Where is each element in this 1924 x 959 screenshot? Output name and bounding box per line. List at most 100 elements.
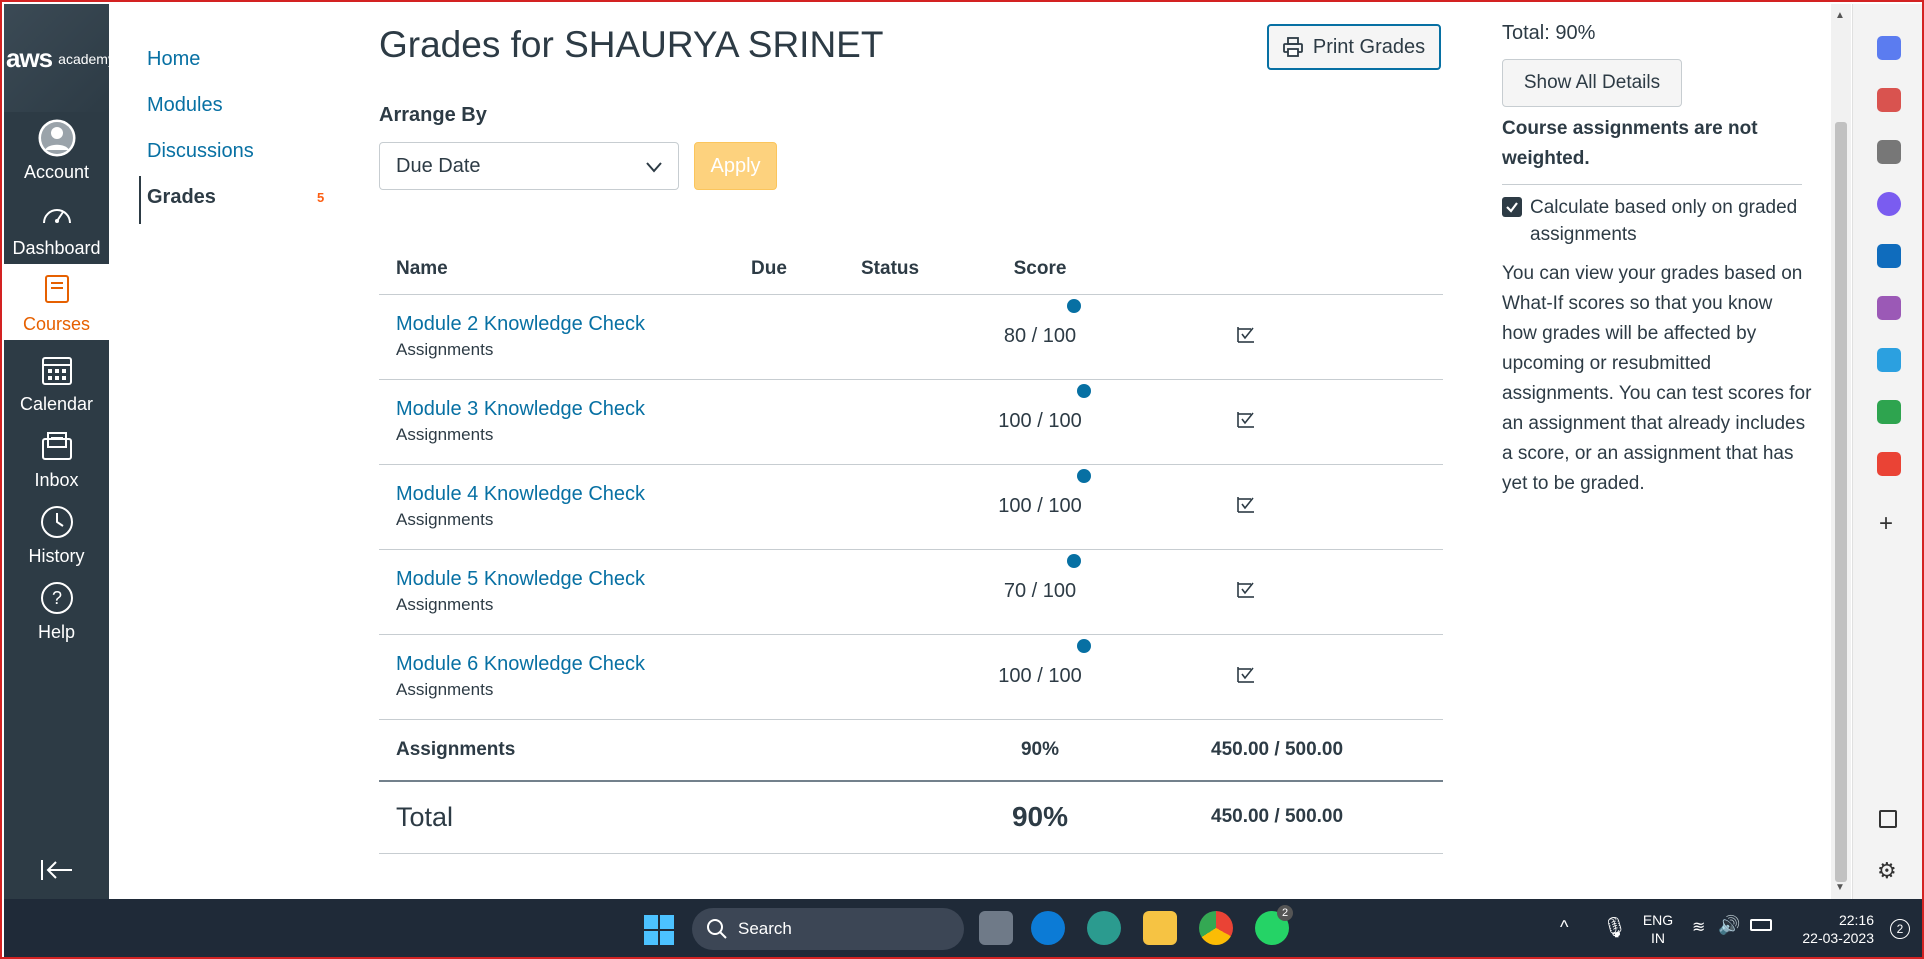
course-nav-grades[interactable]: Grades — [147, 186, 216, 209]
score-value: 100 / 100 — [998, 665, 1082, 687]
course-nav-home[interactable]: Home — [147, 48, 200, 71]
gmail-icon[interactable] — [1877, 452, 1901, 476]
task-view-icon[interactable] — [979, 911, 1013, 945]
assignment-link[interactable]: Module 5 Knowledge Check — [396, 568, 751, 591]
arrange-by-label: Arrange By — [379, 104, 487, 126]
rubric-edit-icon[interactable] — [1235, 408, 1257, 436]
nav-calendar[interactable]: Calendar — [4, 344, 109, 420]
assignment-link[interactable]: Module 4 Knowledge Check — [396, 483, 751, 506]
nav-courses-label: Courses — [22, 313, 91, 334]
total-label: Total — [379, 781, 751, 854]
page-scrollbar[interactable]: ▲ ▼ — [1831, 4, 1851, 899]
browser-frame: aws academy Account Dashboard Courses Ca… — [0, 0, 1924, 959]
chrome-icon[interactable] — [1199, 911, 1233, 945]
calendar-icon — [37, 350, 77, 390]
global-nav: aws academy Account Dashboard Courses Ca… — [4, 4, 115, 899]
file-explorer-icon[interactable] — [1143, 911, 1177, 945]
apply-button[interactable]: Apply — [694, 142, 777, 190]
tag-icon[interactable] — [1877, 36, 1901, 60]
wifi-icon[interactable]: ≋ — [1692, 917, 1705, 937]
assignment-link[interactable]: Module 3 Knowledge Check — [396, 398, 751, 421]
scroll-up-icon[interactable]: ▲ — [1835, 10, 1845, 21]
summary-label: Assignments — [379, 719, 751, 782]
score-value-wrap: 100 / 100 — [981, 469, 1099, 518]
nav-dashboard[interactable]: Dashboard — [4, 188, 109, 264]
copilot-icon[interactable] — [1877, 192, 1901, 216]
microphone-icon[interactable]: 🎙 — [1602, 915, 1627, 940]
battery-icon[interactable] — [1750, 919, 1772, 931]
printer-icon — [1282, 37, 1303, 57]
nav-courses[interactable]: Courses — [4, 264, 109, 340]
actions-cell — [1099, 549, 1443, 635]
nav-help[interactable]: ? Help — [4, 572, 109, 648]
assignment-category: Assignments — [396, 680, 494, 699]
status-cell — [861, 294, 981, 380]
user-icon — [37, 118, 77, 158]
chess-icon[interactable] — [1877, 140, 1901, 164]
nav-account[interactable]: Account — [4, 112, 109, 188]
assignment-name-cell: Module 2 Knowledge Check Assignments — [379, 294, 751, 380]
score-value-wrap: 70 / 100 — [981, 554, 1099, 603]
score-cell: 80 / 100 — [981, 294, 1099, 380]
settings-icon[interactable]: ⚙ — [1877, 858, 1897, 884]
language-indicator[interactable]: ENG IN — [1636, 911, 1680, 947]
taskbar-search[interactable]: Search — [692, 908, 964, 950]
score-cell: 100 / 100 — [981, 379, 1099, 465]
designer-icon[interactable] — [1877, 296, 1901, 320]
score-value-wrap: 100 / 100 — [981, 639, 1099, 688]
rubric-edit-icon[interactable] — [1235, 663, 1257, 691]
scroll-down-icon[interactable]: ▼ — [1835, 882, 1845, 893]
course-nav-discussions[interactable]: Discussions — [147, 140, 254, 163]
outlook-icon[interactable] — [1877, 244, 1901, 268]
help-icon: ? — [37, 578, 77, 618]
aws-academy-logo[interactable]: aws academy — [4, 4, 115, 112]
edge-dev-icon[interactable] — [1087, 911, 1121, 945]
arrange-by-select[interactable]: Due Date — [379, 142, 679, 190]
nav-history[interactable]: History — [4, 496, 109, 572]
assignment-name-cell: Module 6 Knowledge Check Assignments — [379, 634, 751, 720]
col-score: Score — [981, 244, 1099, 295]
split-view-icon[interactable] — [1879, 810, 1897, 828]
print-grades-button[interactable]: Print Grades — [1267, 24, 1441, 70]
score-value: 70 / 100 — [1003, 580, 1077, 602]
assignment-link[interactable]: Module 2 Knowledge Check — [396, 313, 751, 336]
tray-chevron-up-icon[interactable]: ^ — [1560, 917, 1568, 938]
course-nav: Home Modules Discussions Grades 5 — [109, 4, 339, 899]
score-value: 80 / 100 — [1003, 325, 1077, 347]
what-if-info: You can view your grades based on What-I… — [1502, 263, 1812, 494]
actions-cell — [1099, 294, 1443, 380]
checkbox-checked[interactable] — [1502, 197, 1522, 217]
svg-text:?: ? — [51, 588, 61, 608]
inbox-icon — [37, 426, 77, 466]
tree-icon[interactable] — [1877, 400, 1901, 424]
show-all-details-button[interactable]: Show All Details — [1502, 59, 1682, 107]
add-icon[interactable]: + — [1879, 510, 1893, 538]
grades-badge: 5 — [317, 190, 325, 205]
clock[interactable]: 22:16 22-03-2023 — [1784, 911, 1874, 947]
windows-taskbar: Search 2 ^ 🎙 ENG IN ≋ 🔊 22:16 22-03-2023… — [4, 899, 1922, 957]
chevron-down-icon — [646, 162, 662, 173]
notification-count[interactable]: 2 — [1890, 919, 1910, 939]
windows-start-icon[interactable] — [644, 915, 674, 950]
course-nav-modules[interactable]: Modules — [147, 94, 223, 117]
due-cell — [751, 634, 861, 720]
briefcase-icon[interactable] — [1877, 88, 1901, 112]
due-cell — [751, 464, 861, 550]
score-cell: 100 / 100 — [981, 634, 1099, 720]
volume-icon[interactable]: 🔊 — [1718, 915, 1740, 936]
scroll-thumb[interactable] — [1835, 122, 1847, 882]
assignment-category: Assignments — [396, 595, 494, 614]
rubric-edit-icon[interactable] — [1235, 578, 1257, 606]
nav-inbox[interactable]: Inbox — [4, 420, 109, 496]
collapse-nav-button[interactable] — [4, 858, 109, 887]
table-row: Module 6 Knowledge Check Assignments 100 /… — [379, 634, 1443, 720]
print-grades-label: Print Grades — [1312, 35, 1426, 58]
summary-due — [751, 719, 861, 782]
assignment-name-cell: Module 5 Knowledge Check Assignments — [379, 549, 751, 635]
rubric-edit-icon[interactable] — [1235, 323, 1257, 351]
rubric-edit-icon[interactable] — [1235, 493, 1257, 521]
calculate-graded-only[interactable]: Calculate based only on graded assignmen… — [1502, 194, 1802, 248]
assignment-link[interactable]: Module 6 Knowledge Check — [396, 653, 751, 676]
edge-icon[interactable] — [1031, 911, 1065, 945]
send-icon[interactable] — [1877, 348, 1901, 372]
